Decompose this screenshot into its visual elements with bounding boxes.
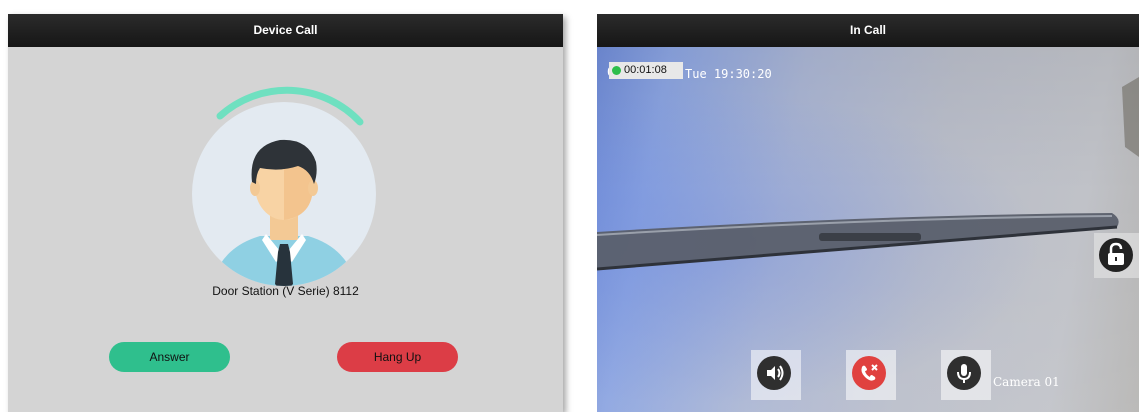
answer-button[interactable]: Answer — [109, 342, 230, 372]
in-call-title: In Call — [597, 14, 1139, 47]
unlock-icon — [1108, 242, 1124, 265]
end-call-button[interactable] — [852, 356, 886, 390]
call-timer-badge: 00:01:08 — [609, 62, 683, 79]
device-call-title: Device Call — [8, 14, 563, 47]
unlock-button[interactable] — [1099, 238, 1133, 272]
caller-avatar — [180, 84, 380, 294]
microphone-button[interactable] — [947, 356, 981, 390]
device-call-window: Device Call Door Station (V Serie) 8112 … — [8, 14, 563, 412]
hangup-icon — [861, 364, 878, 381]
in-call-window: In Call 0 00:01:08 Tue 19:30:20 — [597, 14, 1139, 412]
hang-up-button[interactable]: Hang Up — [337, 342, 458, 372]
microphone-icon — [957, 364, 971, 383]
call-timer: 00:01:08 — [624, 64, 667, 76]
live-video-feed: 0 00:01:08 Tue 19:30:20 — [597, 47, 1139, 412]
caller-name: Door Station (V Serie) 8112 — [212, 284, 359, 298]
recording-dot-icon — [612, 66, 621, 75]
osd-timestamp: Tue 19:30:20 — [685, 67, 772, 81]
speaker-button[interactable] — [757, 356, 791, 390]
speaker-icon — [767, 365, 784, 381]
camera-label: Camera 01 — [993, 375, 1060, 389]
